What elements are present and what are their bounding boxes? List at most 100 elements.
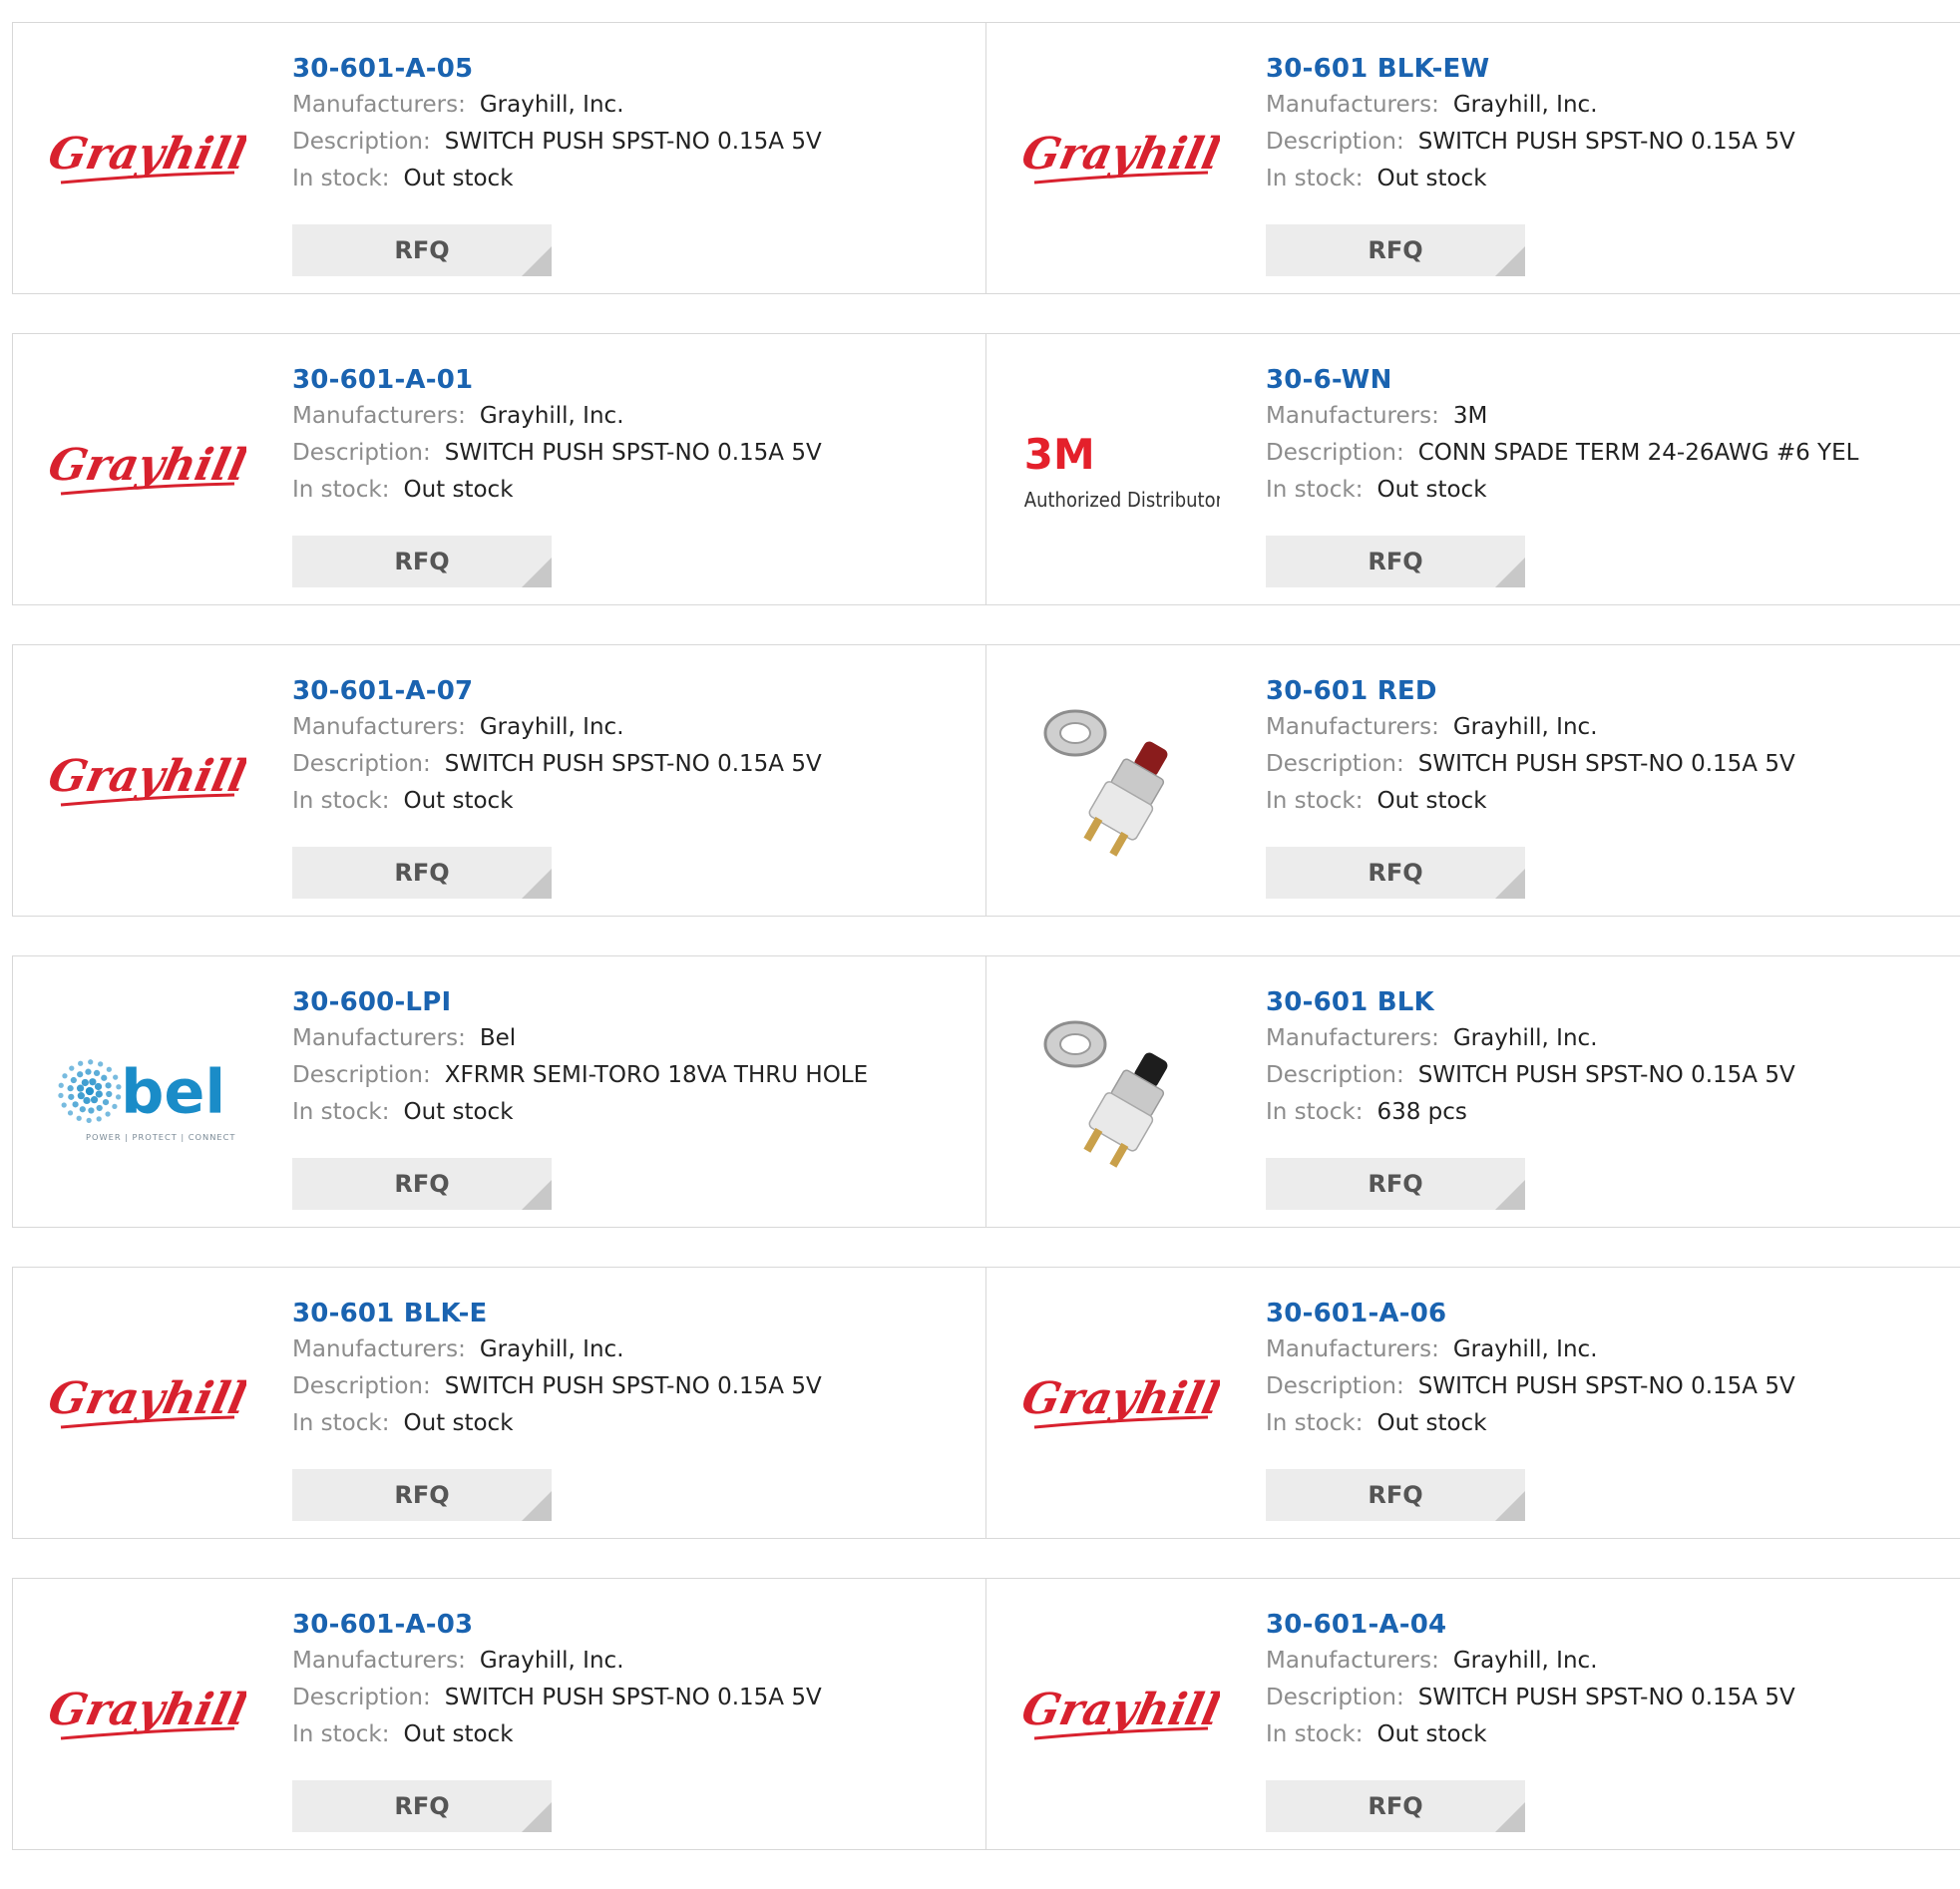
grayhill-logo[interactable]: Grayhill — [47, 705, 246, 860]
manufacturer-value: Grayhill, Inc. — [479, 403, 624, 429]
description-label: Description: — [292, 1373, 431, 1399]
product-info: 30-601-A-07 Manufacturers: Grayhill, Inc.… — [292, 673, 966, 820]
part-number-link[interactable]: 30-601-A-06 — [1266, 1296, 1940, 1331]
description-line: Description: SWITCH PUSH SPST-NO 0.15A 5V — [292, 1680, 966, 1716]
grayhill-logo[interactable]: Grayhill — [1020, 1327, 1220, 1482]
manufacturers-label: Manufacturers: — [292, 1025, 466, 1051]
pushbutton-black-image[interactable] — [1020, 1016, 1220, 1171]
stock-line: In stock: Out stock — [1266, 783, 1940, 820]
part-number-link[interactable]: 30-601-A-03 — [292, 1607, 966, 1643]
product-card: Grayhill 30-601-A-04 Manufacturers: Grayh… — [986, 1579, 1960, 1849]
rfq-label: RFQ — [394, 1170, 450, 1198]
stock-line: In stock: Out stock — [292, 1716, 966, 1753]
rfq-button[interactable]: RFQ — [1266, 224, 1525, 276]
grayhill-logo[interactable]: Grayhill — [1020, 1639, 1220, 1793]
grayhill-logo-mark: Grayhill — [47, 439, 246, 495]
rfq-label: RFQ — [1368, 1792, 1423, 1820]
manufacturer-value: Grayhill, Inc. — [1452, 1025, 1598, 1051]
grayhill-logo[interactable]: Grayhill — [47, 1639, 246, 1793]
description-label: Description: — [292, 1062, 431, 1088]
rfq-button[interactable]: RFQ — [1266, 847, 1525, 899]
description-value: SWITCH PUSH SPST-NO 0.15A 5V — [1417, 1373, 1795, 1399]
part-number-link[interactable]: 30-601-A-01 — [292, 362, 966, 398]
grayhill-logo-mark: Grayhill — [1020, 1684, 1220, 1739]
rfq-button[interactable]: RFQ — [292, 224, 552, 276]
part-number-link[interactable]: 30-601 BLK — [1266, 984, 1940, 1020]
grayhill-logo-mark: Grayhill — [47, 1372, 246, 1428]
rfq-button[interactable]: RFQ — [1266, 1469, 1525, 1521]
corner-triangle-icon — [1495, 1180, 1525, 1210]
manufacturer-value: Grayhill, Inc. — [1452, 1648, 1598, 1674]
bel-logo[interactable]: bel POWER | PROTECT | CONNECT — [47, 1016, 246, 1171]
manufacturer-line: Manufacturers: Bel — [292, 1020, 966, 1057]
grayhill-logo[interactable]: Grayhill — [47, 83, 246, 237]
stock-value: 638 pcs — [1376, 1099, 1467, 1125]
stock-line: In stock: Out stock — [292, 1405, 966, 1442]
stock-line: In stock: Out stock — [292, 783, 966, 820]
stock-value: Out stock — [1376, 166, 1487, 191]
in-stock-label: In stock: — [292, 1721, 390, 1747]
product-info: 30-601 BLK-EW Manufacturers: Grayhill, In… — [1266, 51, 1940, 197]
product-info: 30-601-A-04 Manufacturers: Grayhill, Inc.… — [1266, 1607, 1940, 1753]
part-number-link[interactable]: 30-600-LPI — [292, 984, 966, 1020]
stock-value: Out stock — [1376, 788, 1487, 814]
rfq-button[interactable]: RFQ — [292, 847, 552, 899]
in-stock-label: In stock: — [1266, 1410, 1364, 1436]
rfq-button[interactable]: RFQ — [1266, 536, 1525, 587]
manufacturer-value: Grayhill, Inc. — [1452, 1336, 1598, 1362]
description-value: SWITCH PUSH SPST-NO 0.15A 5V — [1417, 1685, 1795, 1710]
description-value: XFRMR SEMI-TORO 18VA THRU HOLE — [444, 1062, 869, 1088]
description-value: SWITCH PUSH SPST-NO 0.15A 5V — [444, 440, 822, 466]
manufacturer-line: Manufacturers: Grayhill, Inc. — [292, 1643, 966, 1680]
rfq-button[interactable]: RFQ — [292, 536, 552, 587]
part-number-link[interactable]: 30-6-WN — [1266, 362, 1940, 398]
rfq-button[interactable]: RFQ — [292, 1780, 552, 1832]
stock-value: Out stock — [403, 477, 514, 503]
part-number-link[interactable]: 30-601-A-04 — [1266, 1607, 1940, 1643]
product-card: Grayhill 30-601 BLK-EW Manufacturers: Gra… — [986, 23, 1960, 293]
manufacturers-label: Manufacturers: — [292, 714, 466, 740]
in-stock-label: In stock: — [1266, 477, 1364, 503]
part-number-link[interactable]: 30-601 RED — [1266, 673, 1940, 709]
manufacturer-value: Bel — [479, 1025, 517, 1051]
rfq-label: RFQ — [394, 1792, 450, 1820]
description-value: SWITCH PUSH SPST-NO 0.15A 5V — [1417, 1062, 1795, 1088]
3m-logo[interactable]: 3M Authorized Distributor — [1020, 394, 1220, 549]
stock-line: In stock: Out stock — [292, 161, 966, 197]
manufacturers-label: Manufacturers: — [292, 92, 466, 118]
part-number-link[interactable]: 30-601 BLK-EW — [1266, 51, 1940, 87]
product-info: 30-601-A-05 Manufacturers: Grayhill, Inc.… — [292, 51, 966, 197]
description-value: SWITCH PUSH SPST-NO 0.15A 5V — [444, 1373, 822, 1399]
stock-line: In stock: Out stock — [1266, 161, 1940, 197]
grayhill-logo[interactable]: Grayhill — [47, 394, 246, 549]
part-number-link[interactable]: 30-601-A-05 — [292, 51, 966, 87]
stock-line: In stock: Out stock — [1266, 472, 1940, 509]
description-line: Description: SWITCH PUSH SPST-NO 0.15A 5V — [1266, 746, 1940, 783]
rfq-button[interactable]: RFQ — [292, 1158, 552, 1210]
manufacturer-line: Manufacturers: Grayhill, Inc. — [1266, 1331, 1940, 1368]
description-line: Description: SWITCH PUSH SPST-NO 0.15A 5V — [1266, 124, 1940, 161]
manufacturer-value: Grayhill, Inc. — [1452, 714, 1598, 740]
stock-value: Out stock — [403, 1410, 514, 1436]
description-line: Description: CONN SPADE TERM 24-26AWG #6 … — [1266, 435, 1940, 472]
corner-triangle-icon — [522, 869, 552, 899]
description-label: Description: — [1266, 1373, 1404, 1399]
grayhill-logo[interactable]: Grayhill — [47, 1327, 246, 1482]
grayhill-logo-mark: Grayhill — [1020, 1372, 1220, 1428]
part-number-link[interactable]: 30-601-A-07 — [292, 673, 966, 709]
stock-line: In stock: Out stock — [292, 472, 966, 509]
manufacturers-label: Manufacturers: — [292, 1648, 466, 1674]
grayhill-logo[interactable]: Grayhill — [1020, 83, 1220, 237]
rfq-button[interactable]: RFQ — [1266, 1158, 1525, 1210]
corner-triangle-icon — [522, 1802, 552, 1832]
part-number-link[interactable]: 30-601 BLK-E — [292, 1296, 966, 1331]
rfq-button[interactable]: RFQ — [1266, 1780, 1525, 1832]
rfq-label: RFQ — [1368, 548, 1423, 575]
rfq-button[interactable]: RFQ — [292, 1469, 552, 1521]
manufacturers-label: Manufacturers: — [1266, 1336, 1439, 1362]
product-card: Grayhill 30-601-A-05 Manufacturers: Grayh… — [13, 23, 986, 293]
product-row: Grayhill 30-601-A-07 Manufacturers: Grayh… — [12, 644, 1960, 917]
pushbutton-red-image[interactable] — [1020, 705, 1220, 860]
description-line: Description: SWITCH PUSH SPST-NO 0.15A 5V — [292, 435, 966, 472]
description-label: Description: — [292, 751, 431, 777]
